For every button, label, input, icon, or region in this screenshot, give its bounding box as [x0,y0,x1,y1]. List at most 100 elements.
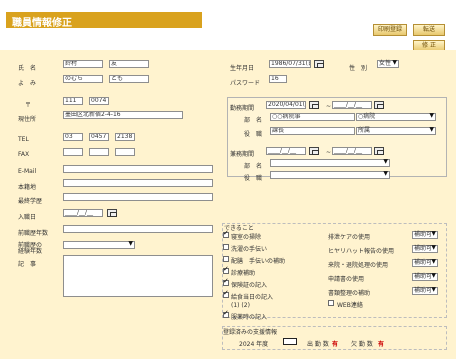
dept-input[interactable]: ○○病院事 [270,113,355,121]
label-postal: 〒 [25,102,32,109]
web-checkbox[interactable] [328,300,334,306]
role-select[interactable]: 所属 [356,127,436,135]
role2-select[interactable] [270,171,390,179]
fax3-input[interactable] [115,148,135,156]
email-input[interactable] [63,165,213,173]
label-period1: 勤務期間 [230,105,255,112]
label-join: 入職日 [18,214,37,221]
first-name-input[interactable]: 友 [109,60,149,68]
skill-label-1: 洗濯の手伝い [231,246,268,253]
skill-right-label-1: ヒヤリハット報告の使用 [328,248,395,255]
dept2-select[interactable] [270,159,390,167]
skill-right-label-2: 来院・退院処理の使用 [328,262,389,269]
label-prev2: 前職歴の 経験年数 [18,242,43,255]
label-gender: 性 別 [349,65,368,72]
calendar-icon[interactable] [309,147,319,155]
skill-label-3: 診療補助 [231,270,256,277]
label-tel: TEL [18,136,29,143]
label-password: パスワード [230,80,261,87]
skill-label-6: (1) (2) [231,302,250,309]
skill-checkbox-2[interactable] [223,256,229,262]
gender-select[interactable]: 女性 [377,60,399,68]
label-kana: よ み [18,80,37,87]
tel1-input[interactable]: 03 [63,133,83,141]
attendance-value: 有 [332,341,339,348]
skill-right-label-4: 書類整理の補助 [328,290,371,297]
skill-checkbox-4[interactable] [223,277,229,286]
calendar-icon[interactable] [309,101,319,109]
prev2-select[interactable] [63,241,135,249]
prev-input[interactable] [63,225,213,233]
dept-select[interactable]: ○病院 [356,113,436,121]
to-separator: ~ [326,103,332,110]
label-role: 役 職 [244,131,263,138]
vacation-value: 有 [378,341,385,348]
register-button[interactable]: 印刷登録 [373,24,407,36]
period2-to-input[interactable]: ____/__/__ [332,147,372,155]
skill-right-select-0[interactable]: 補助可 [412,231,438,239]
skill-label-2: 配膳 手伝いの補助 [231,258,286,265]
first-name-kana-input[interactable]: とも [109,75,149,83]
fax1-input[interactable] [63,148,83,156]
skill-right-label-3: 申請書の使用 [328,276,365,283]
skill-label-4: 保険証の記入 [231,282,268,289]
period1-to-input[interactable]: ____/__/__ [332,101,372,109]
skill-checkbox-0[interactable] [223,229,229,238]
fax2-input[interactable] [89,148,109,156]
form-panel: 氏 名 鈴村 友 よ み のむら とも 〒 111 0074 現住所 墨田区北新… [0,50,456,359]
period2-from-input[interactable]: ____/__/__ [266,147,306,155]
to-separator: ~ [326,149,332,156]
label-homeplace: 本籍地 [18,184,37,191]
vacation-label: 欠 勤 数 [351,341,373,348]
skill-checkbox-5[interactable] [223,289,229,298]
label-dept: 部 名 [244,117,263,124]
label-name: 氏 名 [18,65,37,72]
label-role2: 役 職 [244,175,263,182]
skill-right-select-3[interactable]: 補助可 [412,273,438,281]
label-dept2: 部 名 [244,163,263,170]
skill-right-label-0: 排泄ケアの使用 [328,234,371,241]
calendar-icon[interactable] [314,60,324,68]
address-input[interactable]: 墨田区北新宿2-4-16 [63,111,183,119]
records-year: 2024 年度 [239,341,269,348]
join-date-input[interactable]: ____/__/__ [63,209,103,217]
label-dob: 生年月日 [230,65,255,72]
skill-right-label-5: WEB連絡 [337,302,363,309]
calendar-icon[interactable] [374,101,384,109]
last-name-kana-input[interactable]: のむら [63,75,103,83]
label-period2: 兼務期間 [230,151,255,158]
tel2-input[interactable]: 0457 [89,133,109,141]
skill-label-5: 給食当日の記入 [231,294,274,301]
skill-checkbox-1[interactable] [223,244,229,250]
skill-label-0: 寝室の掃除 [231,234,262,241]
dob-input[interactable]: 1986/07/31(日) [269,60,311,68]
postal1-input[interactable]: 111 [63,97,83,105]
skill-checkbox-7[interactable] [223,309,229,318]
password-input[interactable]: 16 [269,75,287,83]
calendar-icon[interactable] [107,209,117,217]
role-input[interactable]: 課長 [270,127,355,135]
skill-right-select-1[interactable]: 補助可 [412,245,438,253]
homeplace-input[interactable] [63,179,213,187]
year-stepper[interactable] [283,338,297,345]
postal2-input[interactable]: 0074 [89,97,109,105]
forward-button[interactable]: 転送 [413,24,445,36]
label-school: 最終学歴 [18,198,43,205]
skill-right-select-4[interactable]: 補助可 [412,287,438,295]
label-fax: FAX [18,151,30,158]
calendar-icon[interactable] [374,147,384,155]
school-input[interactable] [63,193,213,201]
skill-checkbox-3[interactable] [223,265,229,274]
last-name-input[interactable]: 鈴村 [63,60,103,68]
label-note: 記 事 [18,261,37,268]
label-email: E-Mail [18,168,37,175]
label-prev: 前職歴年数 [18,230,49,237]
note-textarea[interactable] [63,255,213,297]
label-address: 現住所 [18,116,37,123]
skill-label-7: 服薬時の記入 [231,314,268,321]
skill-right-select-2[interactable]: 補助可 [412,259,438,267]
attendance-label: 出 勤 数 [307,341,329,348]
period1-from-input[interactable]: 2020/04/01(水) [266,101,306,109]
page-title: 職員情報修正 [6,12,202,29]
tel3-input[interactable]: 2138 [115,133,135,141]
